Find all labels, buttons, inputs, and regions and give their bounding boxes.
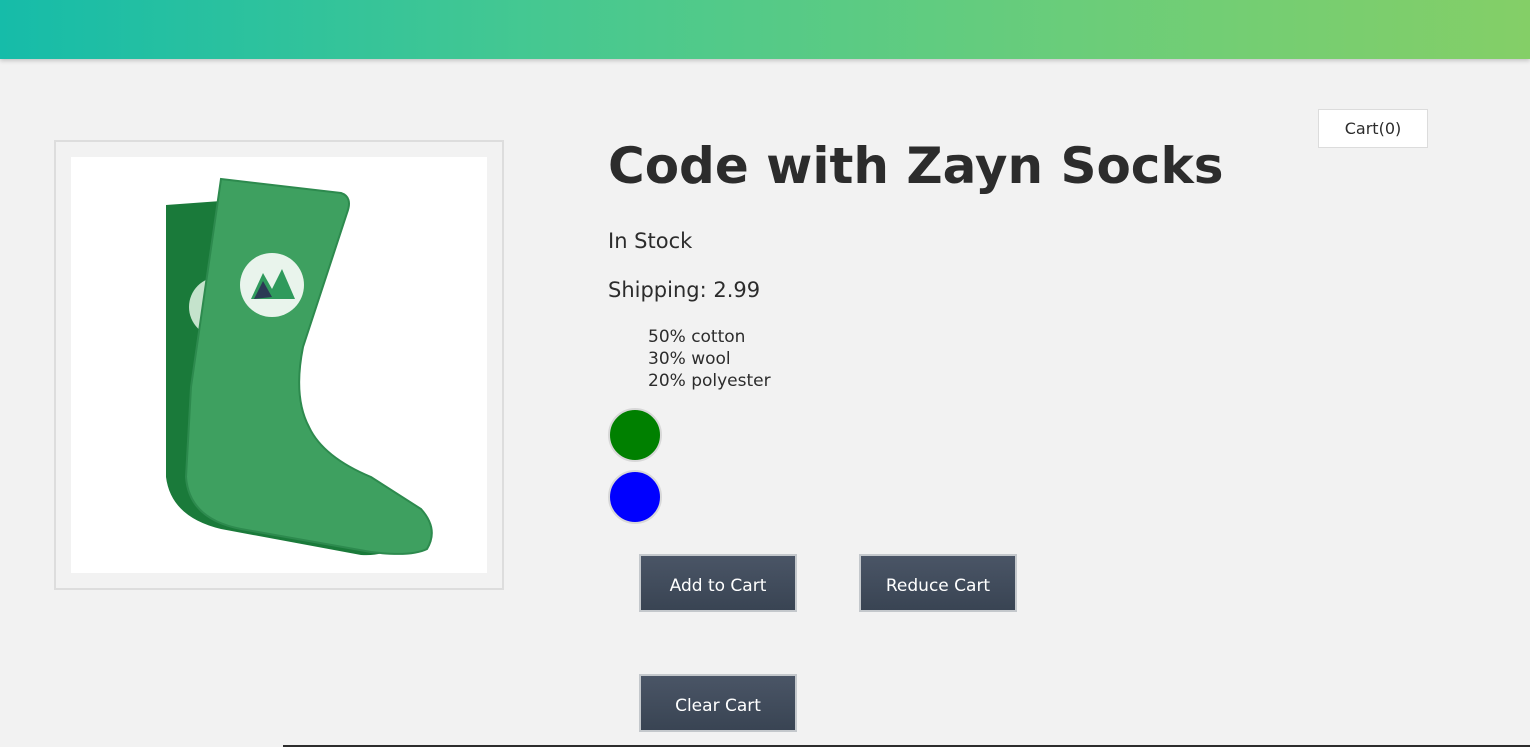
cart-label: Cart(0) [1344,119,1402,138]
product-details-list: 50% cotton 30% wool 20% polyester [648,326,771,392]
nav-bar [0,0,1530,59]
detail-item: 20% polyester [648,371,771,391]
shipping-cost: Shipping: 2.99 [608,278,761,302]
product-image [71,157,487,573]
stock-status: In Stock [608,229,693,253]
product-image-frame [54,140,504,590]
green-socks-image [166,177,433,556]
cart-counter[interactable]: Cart(0) [1318,109,1428,148]
color-swatch-green[interactable] [608,408,662,462]
reduce-cart-button[interactable]: Reduce Cart [859,554,1017,612]
clear-cart-button[interactable]: Clear Cart [639,674,797,732]
color-swatch-blue[interactable] [608,470,662,524]
product-title: Code with Zayn Socks [608,137,1224,195]
add-to-cart-button[interactable]: Add to Cart [639,554,797,612]
detail-item: 50% cotton [648,327,746,347]
detail-item: 30% wool [648,349,731,369]
